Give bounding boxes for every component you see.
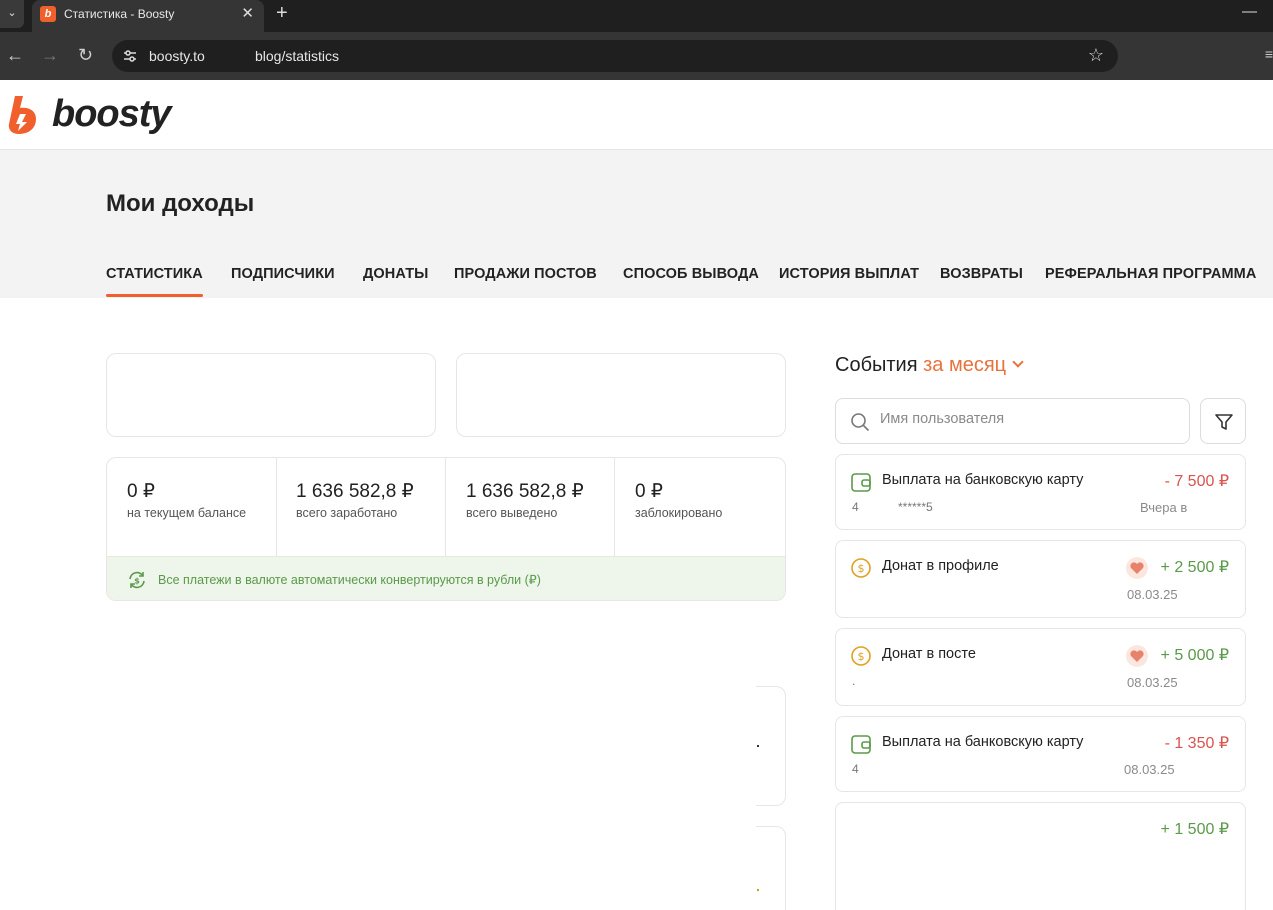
stat-label: на текущем балансе [127,506,247,520]
event-item[interactable]: + 1 500 ₽ [835,802,1246,910]
tab-title: Статистика - Boosty [64,7,175,21]
minimize-icon[interactable]: — [1242,3,1257,20]
tab-post-sales[interactable]: ПРОДАЖИ ПОСТОВ [454,266,597,282]
coin-icon: $ [851,646,871,666]
new-tab-button[interactable]: + [276,2,288,25]
svg-text:$: $ [858,650,865,663]
boosty-logo-text[interactable]: boosty [52,94,172,134]
stat-label: всего выведено [466,506,558,520]
wallet-icon [851,473,871,492]
forward-icon[interactable]: → [41,44,59,66]
event-title: Выплата на банковскую карту [882,734,1084,750]
url-host: boosty.to [149,48,205,64]
event-card-number: ******5 [898,500,933,514]
events-period-label: за месяц [923,354,1007,376]
balance-stats: 0 ₽ на текущем балансе 1 636 582,8 ₽ все… [106,457,786,601]
stat-value: 1 636 582,8 ₽ [296,481,414,502]
reload-icon[interactable]: ↻ [78,44,93,66]
heart-icon [1126,557,1148,579]
event-date: 08.03.25 [1127,675,1178,690]
stat-label: заблокировано [635,506,723,520]
filter-icon [1215,414,1233,430]
events-heading: События за месяц [835,354,1024,377]
heart-icon [1126,645,1148,667]
site-header: boosty [0,80,1273,150]
events-period-dropdown[interactable]: за месяц [923,354,1024,376]
tab-search-button[interactable]: ⌄ [0,0,24,28]
browser-tab[interactable]: b Статистика - Boosty ✕ [32,0,264,32]
svg-text:$: $ [134,577,140,586]
tab-referral-program[interactable]: РЕФЕРАЛЬНАЯ ПРОГРАММА [1045,266,1256,282]
svg-text:$: $ [858,562,865,575]
currency-convert-icon: $ [129,571,145,589]
event-card-digit: 4 [852,762,859,776]
event-amount: + 5 000 ₽ [1160,647,1229,664]
reading-list-icon[interactable]: ≡ [1265,46,1273,62]
tab-subscribers[interactable]: ПОДПИСЧИКИ [231,266,335,282]
event-item[interactable]: $ Донат в посте + 5 000 ₽ . 08.03.25 [835,628,1246,706]
tab-statistics[interactable]: СТАТИСТИКА [106,266,203,297]
stat-blocked: 0 ₽ заблокировано [615,458,785,556]
user-search-input[interactable] [880,411,1180,427]
chevron-down-icon [1012,356,1024,368]
chart-dot [757,889,759,891]
event-amount: - 7 500 ₽ [1164,473,1229,490]
chart-card [756,826,786,910]
stat-total-withdrawn: 1 636 582,8 ₽ всего выведено [446,458,615,556]
event-item[interactable]: Выплата на банковскую карту - 1 350 ₽ 4 … [835,716,1246,792]
events-title: События [835,354,918,376]
currency-notice: $ Все платежи в валюте автоматически кон… [107,556,785,600]
filter-button[interactable] [1200,398,1246,444]
event-title: Выплата на банковскую карту [882,472,1084,488]
boosty-logo-icon[interactable] [6,94,42,136]
tab-payout-method[interactable]: СПОСОБ ВЫВОДА [623,266,759,282]
summary-card [106,353,436,437]
stat-total-earned: 1 636 582,8 ₽ всего заработано [276,458,446,556]
tab-close-icon[interactable]: ✕ [241,4,254,22]
event-amount: - 1 350 ₽ [1164,735,1229,752]
user-search [835,398,1190,444]
event-date: Вчера в [1140,500,1188,515]
chart-dot [757,745,759,747]
notice-text: Все платежи в валюте автоматически конве… [158,573,541,587]
stat-value: 1 636 582,8 ₽ [466,481,584,502]
event-date: 08.03.25 [1127,587,1178,602]
tab-refunds[interactable]: ВОЗВРАТЫ [940,266,1023,282]
event-title: Донат в профиле [882,558,999,574]
stat-current-balance: 0 ₽ на текущем балансе [107,458,277,556]
coin-icon: $ [851,558,871,578]
event-card-digit: 4 [852,500,859,514]
wallet-icon [851,735,871,754]
chart-card [756,686,786,806]
browser-toolbar: ← → ↻ boosty.to blog/statistics ☆ ≡ [0,32,1273,80]
site-info-icon[interactable] [122,48,138,64]
event-date: 08.03.25 [1124,762,1175,777]
event-item[interactable]: Выплата на банковскую карту - 7 500 ₽ 4 … [835,454,1246,530]
stat-label: всего заработано [296,506,398,520]
boosty-favicon-icon: b [40,6,56,22]
event-subtitle: . [852,674,856,688]
event-amount: + 1 500 ₽ [1160,821,1229,838]
summary-card [456,353,786,437]
page-title: Мои доходы [106,190,255,217]
back-icon[interactable]: ← [6,44,24,66]
browser-tab-bar: ⌄ b Статистика - Boosty ✕ + — [0,0,1273,32]
tab-donations[interactable]: ДОНАТЫ [363,266,428,282]
search-icon [851,413,870,432]
tab-payout-history[interactable]: ИСТОРИЯ ВЫПЛАТ [779,266,919,282]
address-bar[interactable]: boosty.to blog/statistics ☆ [112,40,1118,72]
stat-value: 0 ₽ [127,481,155,502]
event-amount: + 2 500 ₽ [1160,559,1229,576]
stat-value: 0 ₽ [635,481,663,502]
url-path: blog/statistics [255,48,340,64]
bookmark-star-icon[interactable]: ☆ [1088,45,1104,66]
event-title: Донат в посте [882,646,976,662]
event-item[interactable]: $ Донат в профиле + 2 500 ₽ 08.03.25 [835,540,1246,618]
income-header: Мои доходы СТАТИСТИКА ПОДПИСЧИКИ ДОНАТЫ … [0,150,1273,298]
